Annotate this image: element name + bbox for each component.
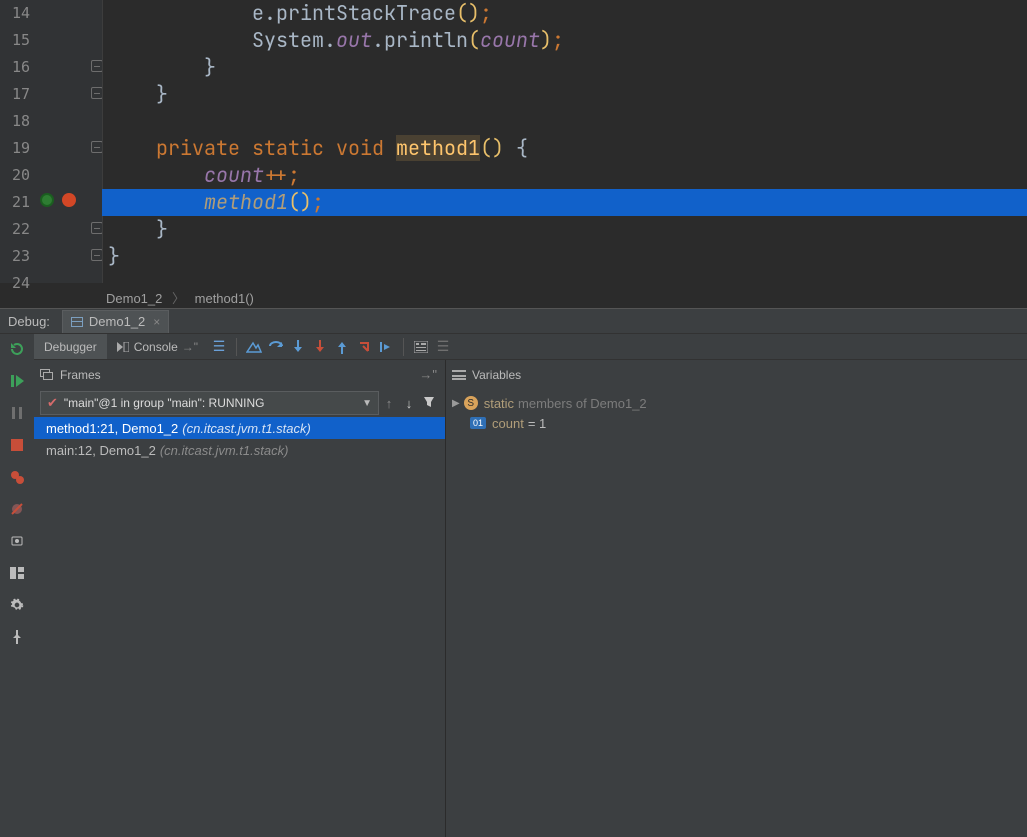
get-thread-dump-button[interactable] [8,532,26,550]
variable-group[interactable]: ▶ S static members of Demo1_2 [446,393,1027,413]
drop-frame-button[interactable] [353,336,375,358]
line-number[interactable]: 19 [0,135,32,162]
breadcrumb-class[interactable]: Demo1_2 [106,291,162,306]
debugger-tab[interactable]: Debugger [34,334,107,360]
code-editor[interactable]: 14 15 16 17 18 19 20 21 22 23 24 e.print… [0,0,1027,283]
show-execution-point-button[interactable] [243,336,265,358]
variable-name: count [492,416,524,431]
variable-label: static [484,396,514,411]
debug-toolwindow-header: Debug: Demo1_2 × [0,308,1027,333]
line-number[interactable]: 21 [0,189,32,216]
breadcrumb[interactable]: Demo1_2 〉 method1() [106,288,254,308]
threads-icon[interactable]: ☰ [208,336,230,358]
line-number[interactable]: 16 [0,54,32,81]
step-into-button[interactable] [287,336,309,358]
debug-panes-header: Frames →" Variables [34,359,1027,389]
next-frame-button[interactable]: ↓ [399,396,419,411]
frames-title: Frames [60,368,101,382]
pause-button[interactable] [8,404,26,422]
frame-package: (cn.itcast.jvm.t1.stack) [182,421,311,436]
thread-name: "main"@1 in group "main": RUNNING [64,396,265,410]
static-badge-icon: S [464,396,478,410]
run-to-cursor-button[interactable] [375,336,397,358]
editor-gutter[interactable]: 14 15 16 17 18 19 20 21 22 23 24 [0,0,102,283]
line-number[interactable]: 22 [0,216,32,243]
stack-frame[interactable]: method1:21, Demo1_2 (cn.itcast.jvm.t1.st… [34,417,445,439]
rerun-button[interactable] [8,340,26,358]
expand-icon[interactable]: ▶ [452,398,460,409]
chevron-right-icon: 〉 [172,291,185,306]
variables-panel[interactable]: ▶ S static members of Demo1_2 01 count =… [446,389,1027,837]
debug-session-toolbar [0,333,34,837]
line-number[interactable]: 20 [0,162,32,189]
primitive-badge-icon: 01 [470,417,486,429]
thread-selector-row: ✔ "main"@1 in group "main": RUNNING ▼ ↑ … [34,389,446,417]
step-over-button[interactable] [265,336,287,358]
line-number[interactable]: 23 [0,243,32,270]
debug-config-name: Demo1_2 [89,314,145,329]
restore-layout-icon[interactable]: →" [419,367,437,382]
view-breakpoints-button[interactable] [8,468,26,486]
layout-button[interactable] [8,564,26,582]
check-icon: ✔ [47,395,58,411]
debug-label: Debug: [8,314,50,329]
line-number[interactable]: 17 [0,81,32,108]
line-number[interactable]: 24 [0,270,32,297]
frame-location: main:12, Demo1_2 [46,443,156,458]
frames-list[interactable]: method1:21, Demo1_2 (cn.itcast.jvm.t1.st… [34,417,446,837]
pin-button[interactable] [8,628,26,646]
filter-frames-button[interactable] [419,396,439,411]
stop-button[interactable] [8,436,26,454]
thread-selector[interactable]: ✔ "main"@1 in group "main": RUNNING ▼ [40,391,379,415]
execution-point-icon [62,193,76,207]
line-number[interactable]: 18 [0,108,32,135]
line-number[interactable]: 15 [0,27,32,54]
settings-button[interactable] [8,596,26,614]
step-out-button[interactable] [331,336,353,358]
breakpoint-icon[interactable] [40,193,54,207]
variables-icon [452,370,466,380]
chevron-down-icon: ▼ [362,398,372,409]
resume-button[interactable] [8,372,26,390]
debug-config-tab[interactable]: Demo1_2 × [62,310,169,333]
variable-detail: members of Demo1_2 [518,396,647,411]
frame-location: method1:21, Demo1_2 [46,421,178,436]
close-icon[interactable]: × [153,315,160,329]
frames-icon [40,369,54,381]
trace-current-stream-chain-button[interactable]: ☰ [432,336,454,358]
force-step-into-button[interactable] [309,336,331,358]
mute-breakpoints-button[interactable] [8,500,26,518]
variable-value: = 1 [528,416,546,431]
breadcrumb-method[interactable]: method1() [195,291,254,306]
code-area[interactable]: e.printStackTrace(); System.out.println(… [102,0,1027,283]
debug-tabs-toolbar: Debugger Console →" ☰ ☰ [34,333,1027,359]
console-tab[interactable]: Console →" [107,334,208,360]
evaluate-expression-button[interactable] [410,336,432,358]
frame-package: (cn.itcast.jvm.t1.stack) [160,443,289,458]
variables-title: Variables [472,368,521,382]
variable-row[interactable]: 01 count = 1 [446,413,1027,433]
run-config-icon [71,317,83,327]
prev-frame-button[interactable]: ↑ [379,396,399,411]
stack-frame[interactable]: main:12, Demo1_2 (cn.itcast.jvm.t1.stack… [34,439,445,461]
line-number[interactable]: 14 [0,0,32,27]
